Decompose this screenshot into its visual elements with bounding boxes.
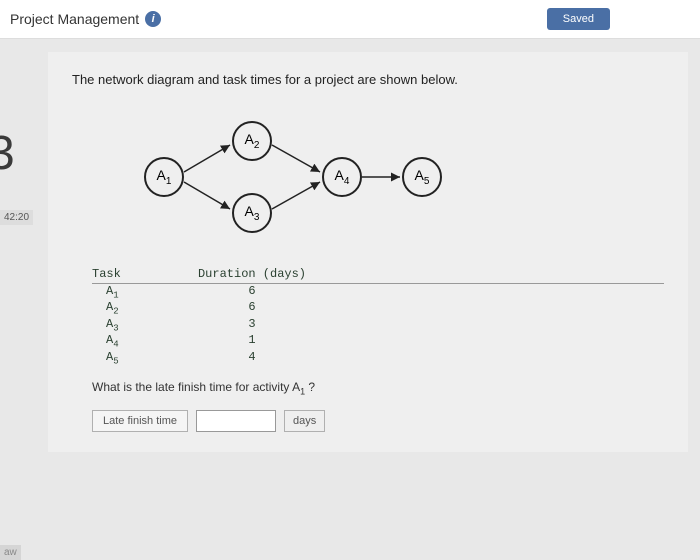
node-a4: A4 bbox=[322, 157, 362, 197]
saved-badge: Saved bbox=[547, 8, 610, 30]
answer-label: Late finish time bbox=[92, 410, 188, 432]
content: The network diagram and task times for a… bbox=[48, 52, 688, 452]
table-row: A3 3 bbox=[92, 317, 664, 333]
table-row: A5 4 bbox=[92, 350, 664, 366]
node-a2: A2 bbox=[232, 121, 272, 161]
table-row: A2 6 bbox=[92, 300, 664, 316]
node-a1: A1 bbox=[144, 157, 184, 197]
answer-row: Late finish time days bbox=[92, 410, 664, 432]
node-a5: A5 bbox=[402, 157, 442, 197]
table-row: A1 6 bbox=[92, 284, 664, 300]
th-duration: Duration (days) bbox=[182, 267, 322, 281]
table-header: Task Duration (days) bbox=[92, 267, 664, 284]
task-table: Task Duration (days) A1 6 A2 6 A3 3 A4 1… bbox=[92, 267, 664, 366]
answer-unit: days bbox=[284, 410, 325, 432]
page-title: Project Management bbox=[10, 11, 139, 27]
timer: 42:20 bbox=[0, 210, 33, 225]
left-strip: 3 42:20 aw bbox=[0, 40, 38, 540]
prompt-text: The network diagram and task times for a… bbox=[72, 72, 664, 87]
answer-input[interactable] bbox=[196, 410, 276, 432]
question-number-partial: 3 bbox=[0, 130, 15, 178]
info-icon[interactable]: i bbox=[145, 11, 161, 27]
th-task: Task bbox=[92, 267, 182, 281]
header-left: Project Management i bbox=[10, 11, 161, 27]
network-diagram: A1 A2 A3 A4 A5 bbox=[112, 107, 492, 247]
table-row: A4 1 bbox=[92, 333, 664, 349]
node-a3: A3 bbox=[232, 193, 272, 233]
aw-label: aw bbox=[0, 545, 21, 560]
question-text: What is the late finish time for activit… bbox=[92, 380, 664, 396]
header: Project Management i Saved bbox=[0, 0, 700, 39]
